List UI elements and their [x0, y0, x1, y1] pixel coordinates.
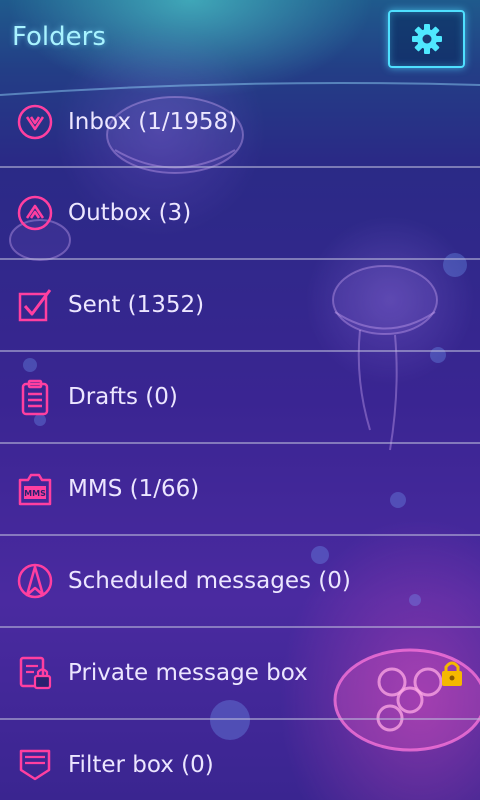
scheduled-icon	[16, 562, 54, 600]
folder-label: Outbox (3)	[68, 200, 192, 226]
folder-item-private[interactable]: Private message box	[0, 628, 480, 720]
outbox-up-arrow-icon	[16, 194, 54, 232]
lock-icon	[440, 659, 464, 687]
mms-icon-text: MMS	[24, 489, 46, 498]
clipboard-icon	[16, 378, 54, 416]
folder-label: Filter box (0)	[68, 752, 214, 778]
page-title: Folders	[12, 22, 106, 52]
folder-item-outbox[interactable]: Outbox (3)	[0, 168, 480, 260]
folder-label: Scheduled messages (0)	[68, 568, 351, 594]
folder-item-sent[interactable]: Sent (1352)	[0, 260, 480, 352]
filter-box-icon	[16, 746, 54, 784]
mms-icon: MMS	[16, 470, 54, 508]
folder-label: Drafts (0)	[68, 384, 178, 410]
folder-item-filter[interactable]: Filter box (0)	[0, 720, 480, 800]
folder-list: Inbox (1/1958) Outbox (3) Sent (1352) Dr…	[0, 78, 480, 800]
folder-label: Private message box	[68, 660, 308, 686]
gear-icon	[409, 21, 445, 57]
inbox-down-arrow-icon	[16, 103, 54, 141]
private-box-icon	[16, 654, 54, 692]
checkbox-check-icon	[16, 286, 54, 324]
folder-label: Sent (1352)	[68, 292, 205, 318]
folder-item-drafts[interactable]: Drafts (0)	[0, 352, 480, 444]
folder-label: MMS (1/66)	[68, 476, 200, 502]
settings-button[interactable]	[388, 10, 465, 68]
folder-item-mms[interactable]: MMS MMS (1/66)	[0, 444, 480, 536]
folder-item-scheduled[interactable]: Scheduled messages (0)	[0, 536, 480, 628]
folder-label: Inbox (1/1958)	[68, 109, 238, 135]
folder-item-inbox[interactable]: Inbox (1/1958)	[0, 78, 480, 168]
